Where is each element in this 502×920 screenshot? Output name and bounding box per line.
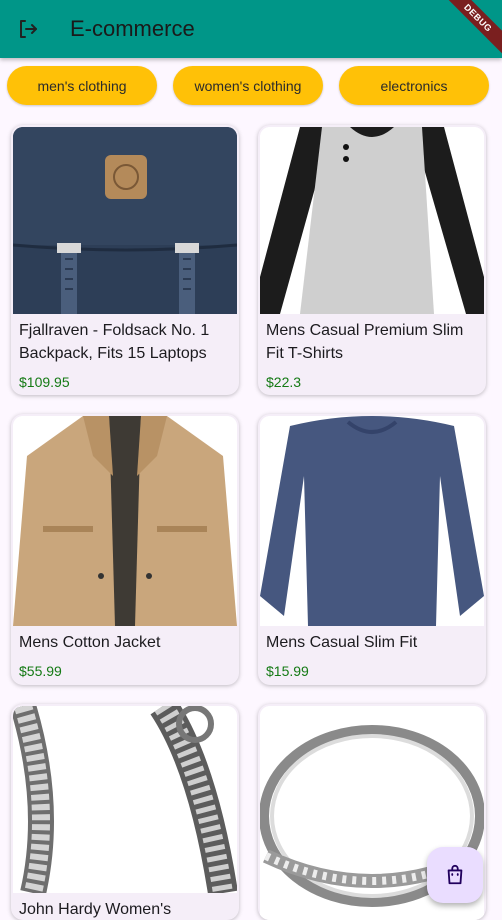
product-image-chain-bracelet bbox=[13, 706, 237, 893]
product-card[interactable]: Fjallraven - Foldsack No. 1 Backpack, Fi… bbox=[11, 125, 239, 395]
product-name: John Hardy Women's bbox=[19, 901, 172, 918]
logout-icon bbox=[20, 20, 37, 38]
product-card[interactable]: Mens Casual Premium Slim Fit T-Shirts $2… bbox=[258, 125, 486, 395]
product-price: $55.99 bbox=[19, 663, 62, 679]
product-card[interactable]: John Hardy Women's bbox=[11, 704, 239, 920]
app-title: E-commerce bbox=[70, 16, 195, 41]
chip-electronics[interactable]: electronics bbox=[339, 66, 489, 105]
product-price: $109.95 bbox=[19, 374, 70, 390]
product-image-raglan-shirt bbox=[260, 127, 484, 314]
product-name: Mens Casual Premium Slim Fit T-Shirts bbox=[266, 322, 464, 362]
cart-fab[interactable] bbox=[427, 847, 483, 903]
product-price: $15.99 bbox=[266, 663, 309, 679]
product-price: $22.3 bbox=[266, 374, 302, 390]
product-card[interactable]: Mens Casual Slim Fit $15.99 bbox=[258, 414, 486, 685]
debug-banner: DEBUG bbox=[436, 0, 502, 58]
chip-womens-clothing[interactable]: women's clothing bbox=[173, 66, 323, 105]
product-name: Mens Casual Slim Fit bbox=[266, 634, 418, 651]
product-name: Mens Cotton Jacket bbox=[19, 634, 161, 651]
product-card[interactable]: Mens Cotton Jacket $55.99 bbox=[11, 414, 239, 685]
product-image-cotton-jacket bbox=[13, 416, 237, 626]
product-image-long-sleeve-shirt bbox=[260, 416, 484, 626]
shopping-bag-icon bbox=[447, 864, 463, 885]
product-image-backpack bbox=[13, 127, 237, 314]
category-chips: men's clothing women's clothing electron… bbox=[0, 66, 502, 106]
product-name: Fjallraven - Foldsack No. 1 Backpack, Fi… bbox=[19, 322, 210, 362]
app-bar: E-commerce DEBUG bbox=[0, 0, 502, 58]
chip-mens-clothing[interactable]: men's clothing bbox=[7, 66, 157, 105]
logout-button[interactable] bbox=[14, 15, 42, 43]
